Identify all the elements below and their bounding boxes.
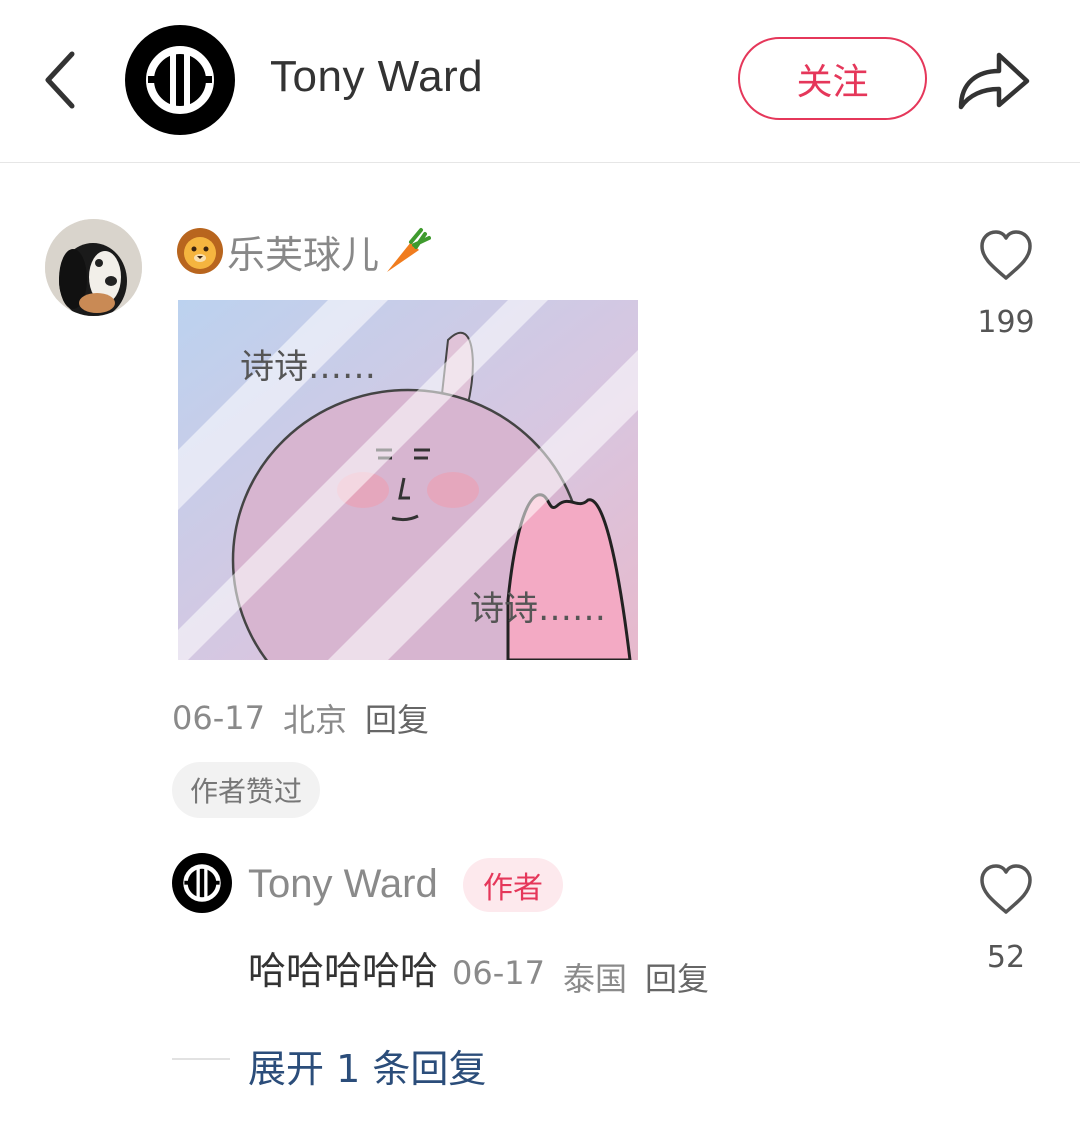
dog-avatar-image bbox=[45, 219, 142, 316]
reply-like-button[interactable] bbox=[978, 862, 1034, 918]
comment-page: Tony Ward 关注 乐芙球儿 诗诗…… 诗诗…… 06-17 北京 回复 … bbox=[0, 0, 1080, 1129]
reply-author-name[interactable]: Tony Ward bbox=[248, 862, 438, 907]
back-button[interactable] bbox=[38, 48, 86, 112]
reply-content: 哈哈哈哈哈 06-17 泰国 回复 bbox=[248, 940, 709, 1000]
expand-divider bbox=[172, 1058, 230, 1060]
share-arrow-icon bbox=[958, 52, 1030, 110]
reply-text: 哈哈哈哈哈 bbox=[248, 949, 439, 993]
comment-like-button[interactable] bbox=[978, 228, 1034, 284]
reply-author-avatar[interactable] bbox=[172, 853, 232, 913]
top-bar: Tony Ward 关注 bbox=[0, 0, 1080, 163]
reply-meta: 06-17 泰国 回复 bbox=[452, 954, 709, 1000]
reply-date: 06-17 bbox=[452, 954, 545, 992]
share-button[interactable] bbox=[955, 45, 1033, 115]
lion-emoji-icon bbox=[177, 228, 223, 274]
commenter-avatar[interactable] bbox=[45, 219, 142, 316]
heart-outline-icon bbox=[980, 230, 1032, 280]
author-name[interactable]: Tony Ward bbox=[270, 52, 483, 102]
author-badge: 作者 bbox=[463, 858, 563, 912]
chevron-left-icon bbox=[45, 51, 75, 109]
brand-logo-icon bbox=[183, 864, 221, 902]
comment-like-count: 199 bbox=[977, 305, 1035, 340]
reply-like-count: 52 bbox=[986, 940, 1026, 975]
commenter-name[interactable]: 乐芙球儿 bbox=[175, 223, 432, 279]
expand-replies-button[interactable]: 展开 1 条回复 bbox=[248, 1038, 486, 1093]
author-avatar[interactable] bbox=[125, 25, 235, 135]
comment-sticker-image[interactable]: 诗诗…… 诗诗…… bbox=[178, 300, 638, 660]
reply-reply-button[interactable]: 回复 bbox=[645, 954, 709, 1000]
comment-location: 北京 bbox=[282, 701, 347, 739]
bunny-sticker-illustration: 诗诗…… 诗诗…… bbox=[178, 300, 638, 660]
reply-location: 泰国 bbox=[563, 960, 628, 998]
sticker-caption-top: 诗诗…… bbox=[240, 347, 376, 387]
brand-logo-icon bbox=[146, 46, 214, 114]
carrot-emoji-icon bbox=[387, 228, 432, 272]
author-liked-badge: 作者赞过 bbox=[172, 762, 321, 818]
comment-meta: 06-17 北京 回复 bbox=[172, 695, 429, 741]
comment-date: 06-17 bbox=[172, 699, 265, 737]
heart-outline-icon bbox=[980, 864, 1032, 914]
sticker-caption-bottom: 诗诗…… bbox=[470, 589, 606, 629]
commenter-name-text: 乐芙球儿 bbox=[227, 232, 380, 277]
follow-button[interactable]: 关注 bbox=[738, 37, 927, 120]
comment-reply-button[interactable]: 回复 bbox=[365, 695, 429, 741]
